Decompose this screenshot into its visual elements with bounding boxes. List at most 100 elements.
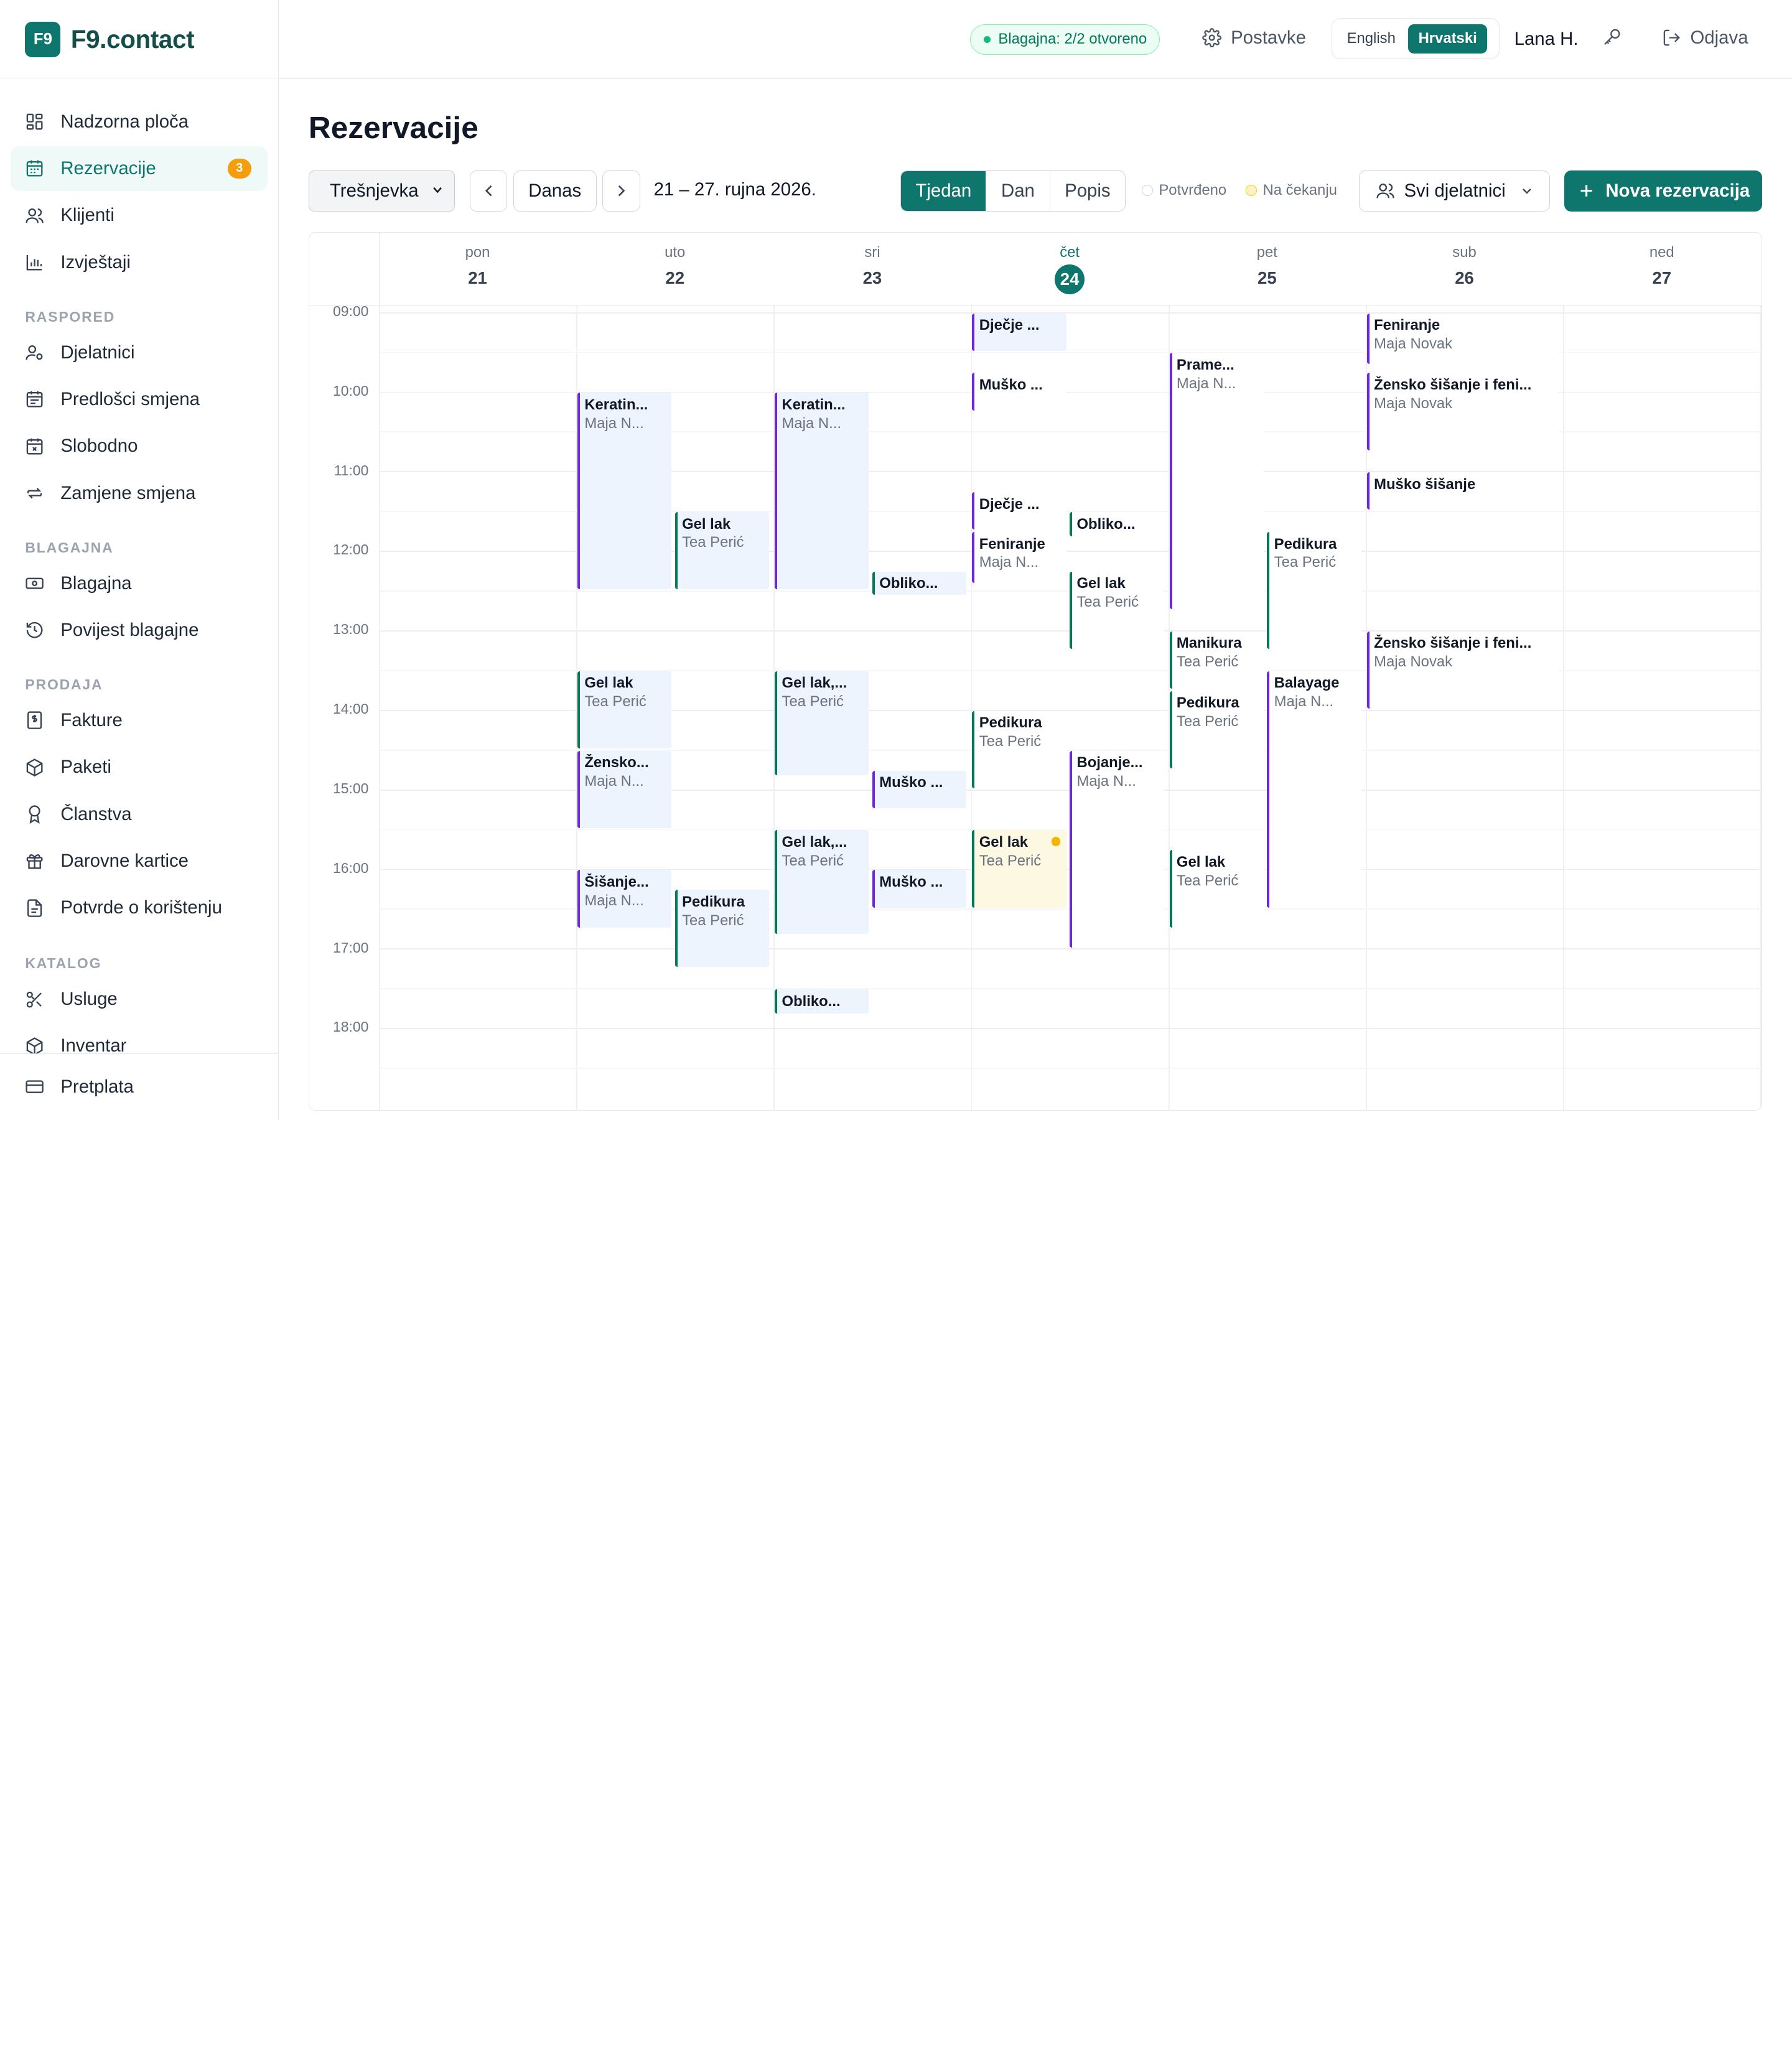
sidebar-item-reservations[interactable]: Rezervacije 3	[10, 146, 268, 191]
today-button[interactable]: Danas	[513, 170, 597, 212]
sidebar-item-shift-templates[interactable]: Predlošci smjena	[11, 377, 268, 422]
topbar: Blagajna: 2/2 otvoreno Postavke English …	[279, 0, 1792, 79]
reservation-event[interactable]: Muško ...	[872, 870, 967, 908]
reservation-event[interactable]: Gel lak Tea Perić	[1070, 571, 1164, 650]
reservation-event[interactable]: Gel lak,... Tea Perić	[775, 671, 869, 775]
reservation-event[interactable]: Keratin... Maja N...	[577, 393, 672, 590]
reservation-event[interactable]: Dječje ...	[972, 492, 1066, 530]
reservation-event[interactable]: Pedikura Tea Perić	[1169, 691, 1264, 768]
reservation-event[interactable]: Gel lak Tea Perić	[674, 512, 769, 590]
reservation-event[interactable]: Balayage Maja N...	[1267, 671, 1361, 908]
sidebar-item-usage-receipts[interactable]: Potvrde o korištenju	[11, 885, 268, 930]
reservation-event[interactable]: Žensko šišanje i feni... Maja Novak	[1366, 373, 1559, 450]
cash-status-text: Blagajna: 2/2 otvoreno	[998, 30, 1147, 48]
reservation-event[interactable]: Muško ...	[972, 373, 1066, 411]
staff-filter-dropdown[interactable]: Svi djelatnici	[1358, 170, 1550, 212]
event-staff: Tea Perić	[1274, 554, 1337, 571]
pending-dot-icon	[1246, 184, 1258, 197]
location-select[interactable]: Trešnjevka	[308, 170, 455, 212]
event-staff: Tea Perić	[782, 693, 844, 711]
reservation-event[interactable]: Gel lak,... Tea Perić	[775, 830, 869, 935]
reservation-event[interactable]: Obliko...	[872, 571, 967, 595]
reservation-event[interactable]: Feniranje Maja Novak	[1366, 313, 1559, 365]
sidebar-item-cash-history[interactable]: Povijest blagajne	[11, 608, 268, 653]
lang-croatian-button[interactable]: Hrvatski	[1408, 24, 1488, 54]
day-header[interactable]: uto 22	[576, 233, 773, 306]
reservation-event[interactable]: Manikura Tea Perić	[1169, 631, 1264, 689]
view-switcher: Tjedan Dan Popis	[900, 170, 1126, 212]
reservation-event[interactable]: Gel lak Tea Perić	[972, 830, 1066, 908]
reservation-event[interactable]: Pedikura Tea Perić	[1267, 532, 1361, 650]
half-hour-line	[378, 988, 1762, 990]
lang-english-button[interactable]: English	[1337, 24, 1406, 53]
time-label: 10:00	[333, 382, 369, 399]
reservation-event[interactable]: Žensko... Maja N...	[577, 750, 672, 828]
sidebar-item-label: Darovne kartice	[60, 850, 189, 871]
new-reservation-button[interactable]: Nova rezervacija	[1564, 170, 1763, 212]
time-label: 12:00	[333, 541, 369, 558]
reservation-event[interactable]: Muško šišanje	[1366, 472, 1559, 510]
brand[interactable]: F9 F9.contact	[25, 21, 195, 57]
event-staff: Maja N...	[584, 772, 644, 790]
event-staff: Tea Perić	[1176, 653, 1239, 671]
event-title: Žensko šišanje i feni...	[1374, 635, 1532, 652]
sidebar-item-dashboard[interactable]: Nadzorna ploča	[11, 100, 268, 144]
settings-link[interactable]: Postavke	[1202, 27, 1306, 49]
tab-list[interactable]: Popis	[1050, 171, 1126, 211]
prev-week-button[interactable]	[469, 170, 508, 212]
sidebar-item-subscription[interactable]: Pretplata	[11, 1065, 268, 1109]
reservation-event[interactable]: Prame... Maja N...	[1169, 353, 1264, 610]
day-header[interactable]: pet 25	[1169, 233, 1366, 306]
sidebar-item-shift-swaps[interactable]: Zamjene smjena	[11, 471, 268, 516]
today-date: 24	[971, 264, 1169, 295]
tab-week[interactable]: Tjedan	[901, 170, 987, 211]
sidebar-item-cash-register[interactable]: Blagajna	[11, 561, 268, 606]
reservation-event[interactable]: Obliko...	[775, 989, 869, 1014]
day-number: 25	[1258, 268, 1277, 287]
reservation-event[interactable]: Žensko šišanje i feni... Maja Novak	[1366, 631, 1559, 709]
reservation-event[interactable]: Pedikura Tea Perić	[972, 711, 1066, 788]
event-title: Manikura	[1176, 635, 1242, 652]
day-header[interactable]: sri 23	[773, 233, 971, 306]
event-title: Gel lak	[682, 515, 731, 533]
tab-day[interactable]: Dan	[986, 170, 1050, 211]
day-header[interactable]: ned 27	[1563, 233, 1760, 306]
reservation-event[interactable]: Obliko...	[1070, 512, 1164, 537]
day-header[interactable]: sub 26	[1366, 233, 1563, 306]
reservation-event[interactable]: Keratin... Maja N...	[775, 393, 869, 590]
chevron-left-icon	[485, 185, 492, 197]
event-title: Pedikura	[1274, 535, 1337, 553]
reservation-event[interactable]: Gel lak Tea Perić	[577, 671, 672, 749]
change-password-button[interactable]	[1602, 27, 1622, 47]
reservation-event[interactable]: Bojanje... Maja N...	[1070, 750, 1164, 948]
sidebar-item-memberships[interactable]: Članstva	[11, 792, 268, 837]
sidebar-item-label: Blagajna	[60, 572, 132, 594]
cash-status-badge[interactable]: Blagajna: 2/2 otvoreno	[970, 24, 1160, 55]
calendar-header: pon 21 uto 22 sri 23 čet 24 pet 25 sub 26 ned 27	[309, 232, 1762, 1111]
invoice-icon	[27, 711, 42, 730]
event-staff: Maja Novak	[1374, 653, 1453, 671]
sidebar-item-label: Predlošci smjena	[60, 388, 200, 409]
event-staff: Maja N...	[1076, 772, 1136, 790]
sidebar-item-gift-cards[interactable]: Darovne kartice	[11, 839, 268, 884]
sidebar-item-staff[interactable]: Djelatnici	[11, 330, 268, 375]
reservation-event[interactable]: Feniranje Maja N...	[972, 532, 1066, 583]
package-icon	[27, 758, 43, 777]
reservation-event[interactable]: Pedikura Tea Perić	[674, 890, 769, 968]
reservation-event[interactable]: Šišanje... Maja N...	[577, 870, 672, 928]
sidebar-item-reports[interactable]: Izvještaji	[11, 240, 268, 285]
reservation-event[interactable]: Dječje ...	[972, 313, 1066, 351]
sidebar-item-clients[interactable]: Klijenti	[11, 193, 268, 238]
reservation-event[interactable]: Gel lak Tea Perić	[1169, 850, 1264, 928]
day-header[interactable]: čet 24	[971, 233, 1169, 306]
next-week-button[interactable]	[602, 170, 640, 212]
sidebar-item-time-off[interactable]: Slobodno	[11, 424, 268, 469]
event-title: Gel lak	[1076, 575, 1126, 592]
sidebar-item-invoices[interactable]: Fakture	[11, 698, 268, 743]
day-header[interactable]: pon 21	[379, 233, 576, 306]
reservation-event[interactable]: Muško ...	[872, 770, 967, 808]
sidebar-item-services[interactable]: Usluge	[11, 977, 268, 1022]
event-title: Pedikura	[682, 893, 745, 910]
sidebar-item-packages[interactable]: Paketi	[11, 745, 268, 790]
logout-link[interactable]: Odjava	[1662, 27, 1748, 49]
